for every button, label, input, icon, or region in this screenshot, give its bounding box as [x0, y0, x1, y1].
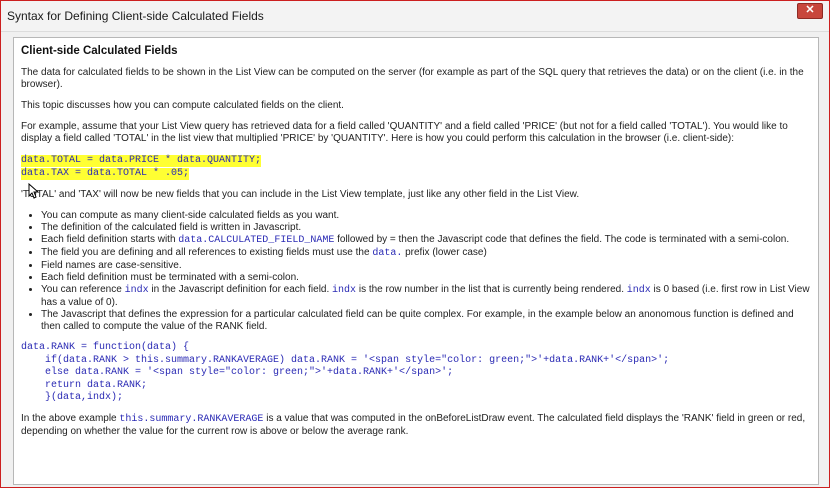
paragraph-topic: This topic discusses how you can compute…: [21, 100, 344, 111]
inline-code: this.summary.RANKAVERAGE: [119, 413, 264, 425]
help-document: Client-side Calculated Fields The data f…: [14, 38, 818, 438]
section-heading: Client-side Calculated Fields: [21, 45, 178, 57]
close-button[interactable]: ✕: [797, 3, 823, 19]
list-item: The Javascript that defines the expressi…: [41, 309, 811, 333]
list-item: The field you are defining and all refer…: [41, 247, 811, 260]
paragraph-rank-explanation: In the above example this.summary.RANKAV…: [21, 412, 806, 437]
code-line-tax: data.TAX = data.TOTAL * .05;: [21, 168, 190, 180]
window-title: Syntax for Defining Client-side Calculat…: [7, 9, 264, 23]
help-content-panel: Client-side Calculated Fields The data f…: [13, 37, 819, 485]
paragraph-new-fields: 'TOTAL' and 'TAX' will now be new fields…: [21, 189, 580, 200]
list-item: Field names are case-sensitive.: [41, 260, 811, 272]
dialog-window: Syntax for Defining Client-side Calculat…: [0, 0, 830, 488]
code-line-total: data.TOTAL = data.PRICE * data.QUANTITY;: [21, 155, 262, 167]
list-item: You can reference indx in the Javascript…: [41, 284, 811, 309]
inline-code: indx: [124, 285, 149, 296]
highlighted-code-block: data.TOTAL = data.PRICE * data.QUANTITY;…: [21, 154, 811, 180]
paragraph-intro: The data for calculated fields to be sho…: [21, 67, 804, 90]
code-line: if(data.RANK > this.summary.RANKAVERAGE)…: [21, 354, 670, 366]
list-item: You can compute as many client-side calc…: [41, 210, 811, 222]
rules-list: You can compute as many client-side calc…: [21, 210, 811, 333]
inline-code: indx: [332, 285, 357, 296]
list-item: The definition of the calculated field i…: [41, 222, 811, 234]
function-code-block: data.RANK = function(data) { if(data.RAN…: [21, 342, 811, 405]
code-line: }(data,indx);: [21, 392, 124, 403]
paragraph-example: For example, assume that your List View …: [21, 121, 788, 144]
mouse-pointer-icon: [28, 183, 40, 199]
code-line: else data.RANK = '<span style="color: gr…: [21, 367, 454, 378]
inline-code: data.: [372, 248, 403, 259]
list-item: Each field definition starts with data.C…: [41, 234, 811, 247]
list-item: Each field definition must be terminated…: [41, 272, 811, 284]
inline-code: indx: [626, 285, 651, 296]
code-line: data.RANK = function(data) {: [21, 342, 190, 353]
title-bar[interactable]: Syntax for Defining Client-side Calculat…: [1, 1, 829, 32]
inline-code: data.CALCULATED_FIELD_NAME: [178, 235, 335, 246]
code-line: return data.RANK;: [21, 379, 148, 391]
